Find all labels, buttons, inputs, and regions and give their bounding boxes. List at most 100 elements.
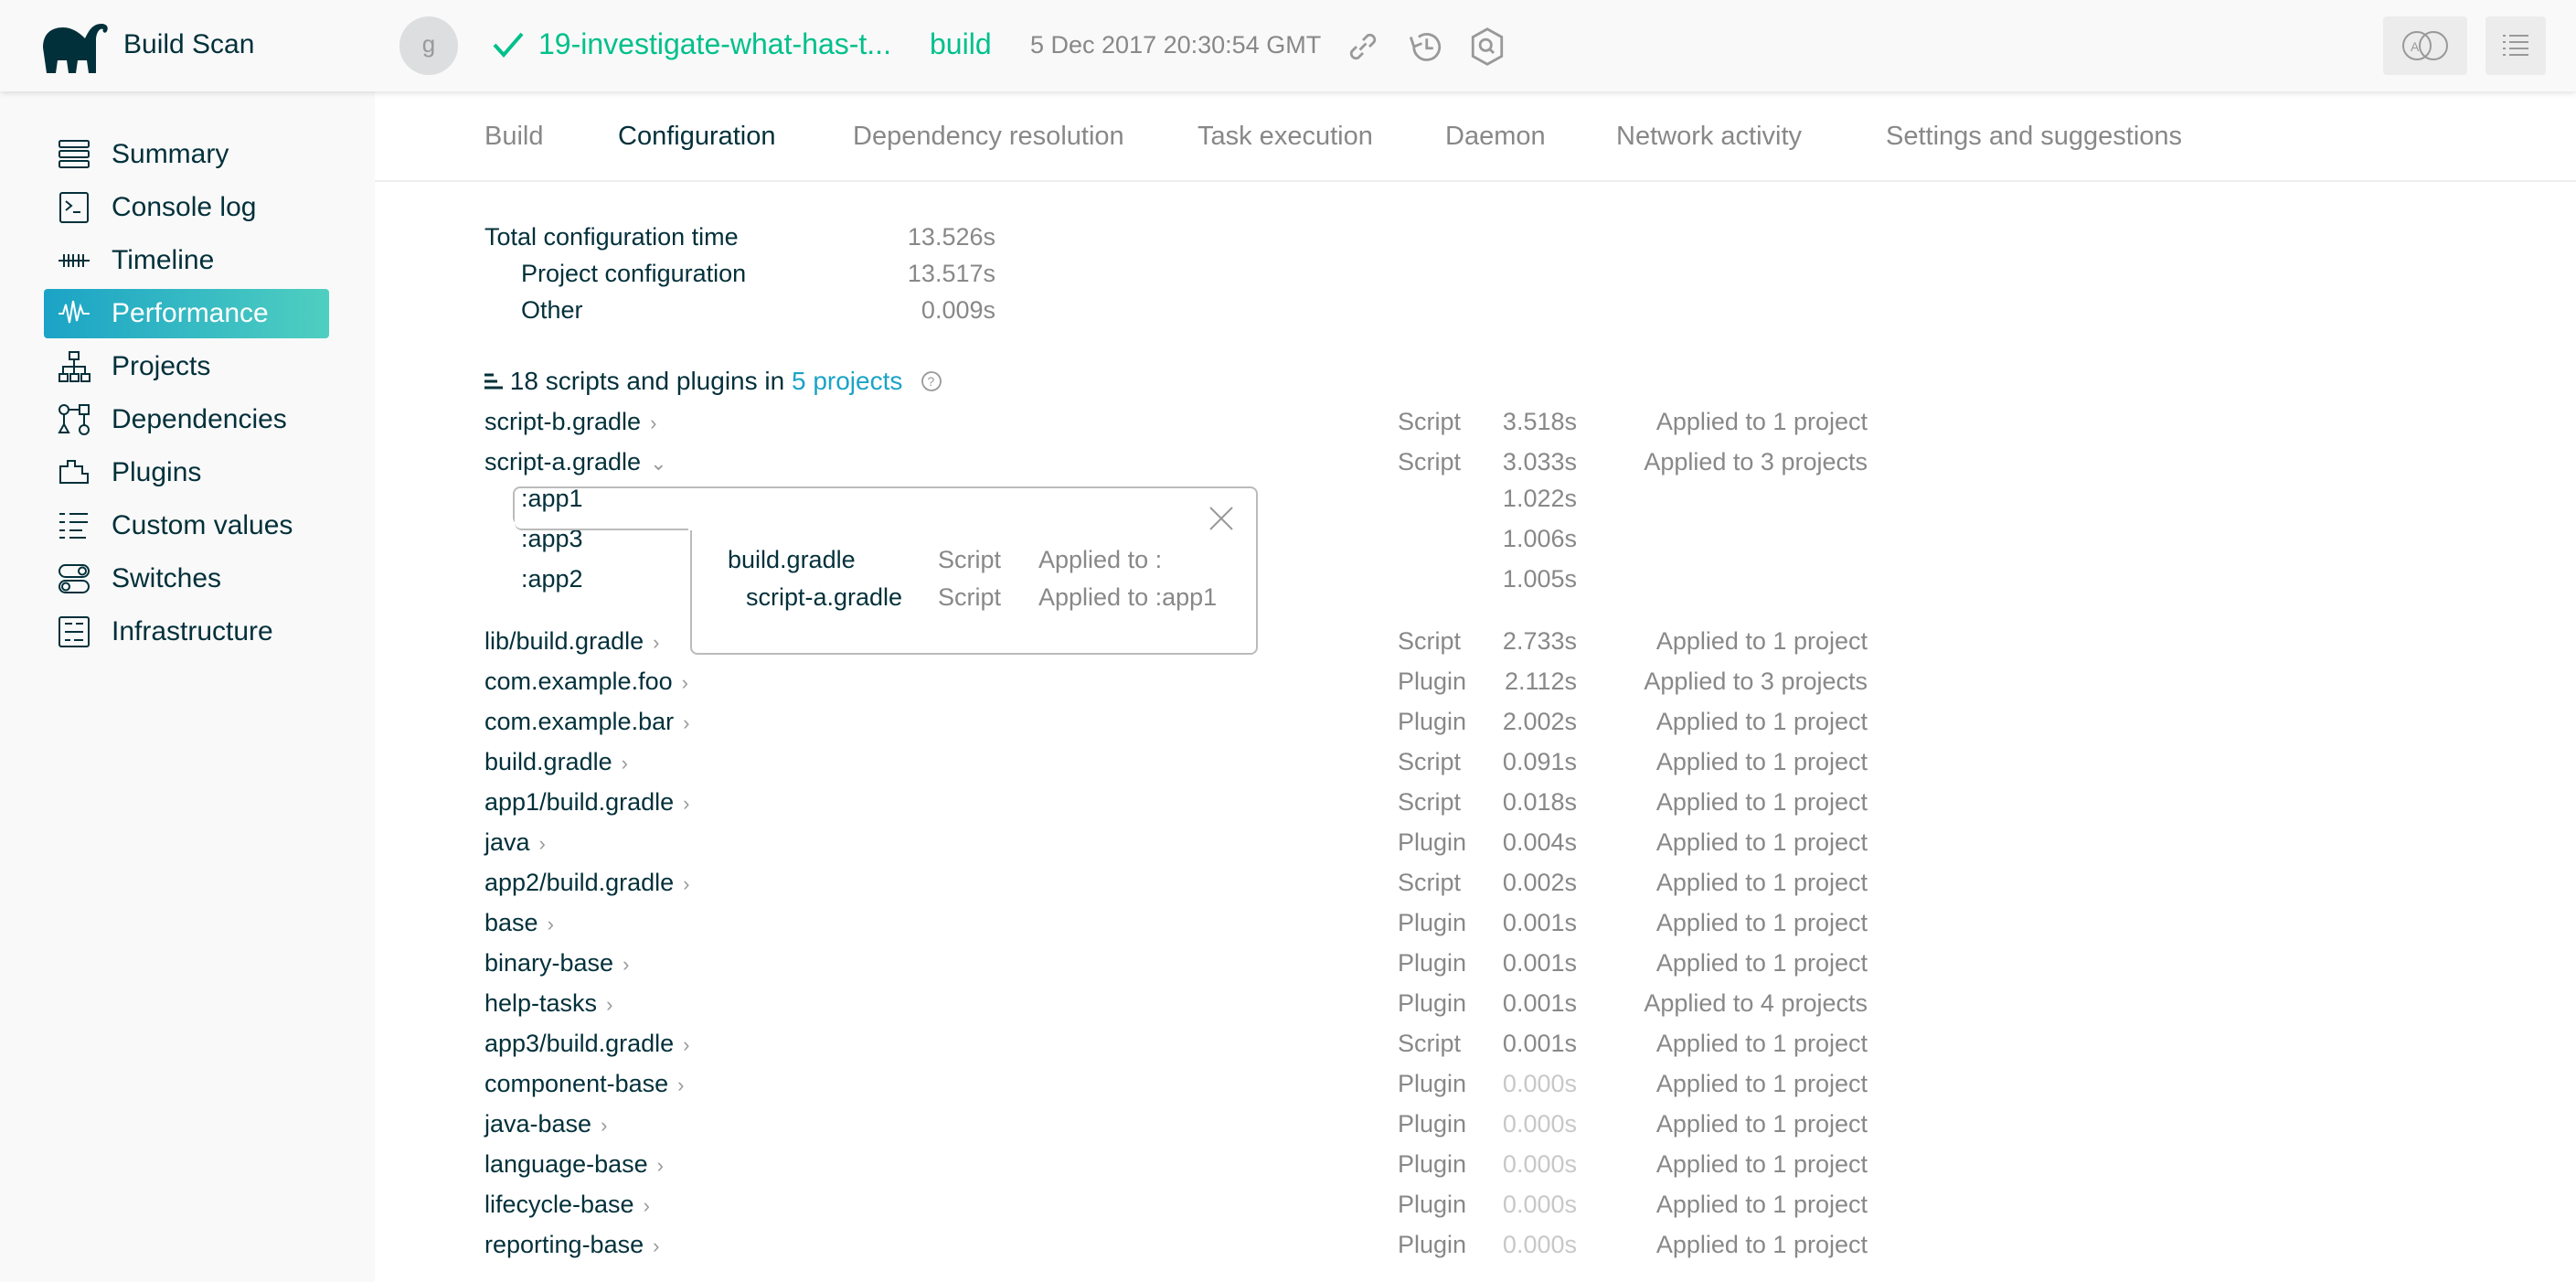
build-title[interactable]: 19-investigate-what-has-t... — [538, 27, 891, 61]
item-type: Script — [1398, 408, 1462, 435]
list-heading: 18 scripts and plugins in 5 projects ? — [484, 367, 942, 396]
list-item[interactable]: app1/build.gradle › Script 0.018s Applied… — [484, 788, 1868, 825]
item-time: 0.000s — [1502, 1231, 1577, 1258]
chevron-right-icon[interactable]: › — [683, 872, 689, 895]
sidebar-item-label: Console log — [112, 192, 257, 222]
chevron-right-icon[interactable]: › — [653, 1234, 659, 1257]
item-time: 0.002s — [1502, 869, 1577, 896]
plugins-icon — [59, 460, 89, 484]
history-icon[interactable] — [1405, 27, 1445, 66]
infrastructure-icon — [59, 616, 90, 647]
projects-link[interactable]: 5 projects — [792, 367, 902, 395]
chevron-right-icon[interactable]: › — [677, 1074, 684, 1096]
tab-network-activity[interactable]: Network activity — [1616, 122, 1802, 152]
item-applied: Applied to 1 project — [1655, 1150, 1868, 1178]
item-time: 0.004s — [1502, 828, 1577, 856]
chevron-right-icon[interactable]: › — [650, 411, 656, 434]
chevron-right-icon[interactable]: › — [623, 953, 629, 976]
chevron-right-icon[interactable]: › — [682, 671, 688, 694]
popup-row-type: Script — [938, 583, 1002, 611]
sidebar-item-dependencies[interactable]: Dependencies — [44, 395, 329, 444]
tab-settings-and-suggestions[interactable]: Settings and suggestions — [1886, 122, 2182, 152]
item-applied: Applied to 1 project — [1655, 627, 1868, 655]
sub-list-item[interactable]: :app1 1.022s — [484, 485, 1856, 521]
inspect-icon[interactable] — [1468, 26, 1506, 68]
item-applied: Applied to 1 project — [1655, 1231, 1868, 1258]
chevron-right-icon[interactable]: › — [653, 631, 659, 654]
list-item[interactable]: java-base › Plugin 0.000s Applied to 1 pr… — [484, 1110, 1868, 1147]
list-item[interactable]: language-base › Plugin 0.000s Applied to … — [484, 1150, 1868, 1187]
item-name: app1/build.gradle — [484, 788, 675, 816]
help-icon[interactable]: ? — [921, 370, 942, 392]
sidebar-item-timeline[interactable]: Timeline — [44, 236, 329, 285]
sidebar-item-console-log[interactable]: Console log — [44, 183, 329, 232]
list-item[interactable]: java › Plugin 0.004s Applied to 1 project — [484, 828, 1868, 865]
app-title: Build Scan — [123, 29, 255, 59]
tab-build[interactable]: Build — [484, 122, 544, 152]
item-time: 2.733s — [1502, 627, 1577, 655]
sidebar-item-projects[interactable]: Projects — [44, 342, 329, 391]
list-item[interactable]: component-base › Plugin 0.000s Applied to… — [484, 1070, 1868, 1106]
item-name: build.gradle — [484, 748, 612, 775]
list-item[interactable]: script-a.gradle ⌄ Script 3.033s Applied t… — [484, 448, 1868, 485]
sidebar-item-summary[interactable]: Summary — [44, 130, 329, 179]
chevron-right-icon[interactable]: › — [683, 1033, 689, 1056]
list-item[interactable]: build.gradle › Script 0.091s Applied to 1… — [484, 748, 1868, 785]
chevron-right-icon[interactable]: › — [548, 913, 554, 935]
sidebar-item-label: Custom values — [112, 510, 293, 540]
item-applied: Applied to 3 projects — [1644, 448, 1868, 475]
sidebar-item-performance[interactable]: Performance — [44, 289, 329, 338]
other-label: Other — [521, 296, 583, 324]
build-task[interactable]: build — [930, 27, 992, 61]
chevron-right-icon[interactable]: › — [683, 711, 689, 734]
sort-icon[interactable] — [484, 371, 503, 391]
chevron-right-icon[interactable]: › — [606, 993, 612, 1016]
item-applied: Applied to 1 project — [1655, 1030, 1868, 1057]
tab-divider — [375, 180, 2576, 182]
list-item[interactable]: script-b.gradle › Script 3.518s Applied t… — [484, 408, 1868, 444]
list-item[interactable]: help-tasks › Plugin 0.001s Applied to 4 p… — [484, 989, 1868, 1026]
chevron-right-icon[interactable]: › — [539, 832, 546, 855]
other-value: 0.009s — [921, 296, 995, 324]
chevron-right-icon[interactable]: › — [644, 1194, 650, 1217]
list-item[interactable]: reporting-base › Plugin 0.000s Applied to… — [484, 1231, 1868, 1267]
project-label: Project configuration — [521, 260, 747, 287]
success-check-icon — [493, 32, 524, 59]
tab-configuration[interactable]: Configuration — [618, 122, 776, 152]
item-time: 0.000s — [1502, 1150, 1577, 1178]
item-applied: Applied to 1 project — [1655, 1191, 1868, 1218]
item-name: binary-base — [484, 949, 614, 977]
header: Build Scan g 19-investigate-what-has-t..… — [0, 0, 2576, 91]
compare-button[interactable]: A — [2383, 16, 2467, 75]
sidebar-item-custom-values[interactable]: Custom values — [44, 501, 329, 550]
chevron-right-icon[interactable]: › — [601, 1114, 607, 1137]
list-item[interactable]: lifecycle-base › Plugin 0.000s Applied to… — [484, 1191, 1868, 1227]
link-icon[interactable] — [1344, 27, 1382, 66]
chevron-right-icon[interactable]: › — [683, 792, 689, 815]
tab-daemon[interactable]: Daemon — [1445, 122, 1546, 152]
list-item[interactable]: binary-base › Plugin 0.001s Applied to 1 … — [484, 949, 1868, 986]
chevron-right-icon[interactable]: › — [657, 1154, 664, 1177]
list-item[interactable]: com.example.bar › Plugin 2.002s Applied t… — [484, 708, 1868, 744]
sidebar-item-infrastructure[interactable]: Infrastructure — [44, 607, 329, 657]
chevron-right-icon[interactable]: › — [622, 752, 628, 775]
list-item[interactable]: app2/build.gradle › Script 0.002s Applied… — [484, 869, 1868, 905]
total-value: 13.526s — [907, 223, 995, 251]
list-item[interactable]: base › Plugin 0.001s Applied to 1 project — [484, 909, 1868, 945]
list-item[interactable]: app3/build.gradle › Script 0.001s Applied… — [484, 1030, 1868, 1066]
sidebar-item-plugins[interactable]: Plugins — [44, 448, 329, 497]
total-label: Total configuration time — [484, 223, 739, 251]
tab-task-execution[interactable]: Task execution — [1198, 122, 1373, 152]
item-type: Plugin — [1398, 1110, 1467, 1138]
item-time: 0.001s — [1502, 1030, 1577, 1057]
gradle-elephant-logo[interactable] — [41, 20, 111, 73]
console-icon — [59, 192, 89, 223]
tab-dependency-resolution[interactable]: Dependency resolution — [853, 122, 1124, 152]
avatar[interactable]: g — [399, 16, 458, 75]
item-applied: Applied to 1 project — [1655, 909, 1868, 936]
list-item[interactable]: com.example.foo › Plugin 2.112s Applied t… — [484, 668, 1868, 704]
chevron-down-icon[interactable]: ⌄ — [650, 452, 666, 475]
menu-button[interactable] — [2486, 16, 2546, 75]
project-value: 13.517s — [907, 260, 995, 287]
sidebar-item-switches[interactable]: Switches — [44, 554, 329, 604]
